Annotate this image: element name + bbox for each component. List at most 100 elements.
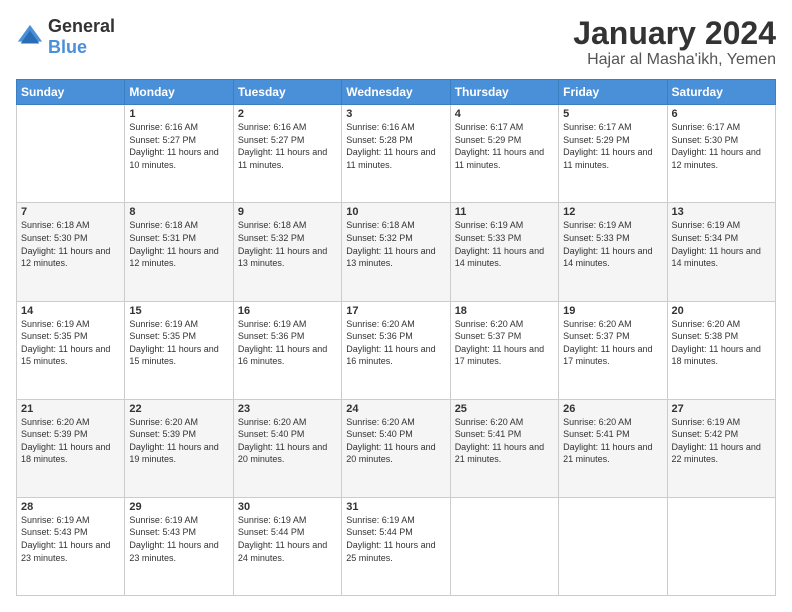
day-number: 25: [455, 403, 554, 415]
cell-info: Sunrise: 6:16 AM Sunset: 5:28 PM Dayligh…: [346, 121, 445, 171]
day-number: 27: [672, 403, 771, 415]
col-saturday: Saturday: [667, 80, 775, 105]
logo-general: General: [48, 16, 115, 36]
sunrise-text: Sunrise: 6:19 AM: [346, 515, 415, 525]
daylight-text: Daylight: 11 hours and 22 minutes.: [672, 442, 761, 465]
sunset-text: Sunset: 5:33 PM: [455, 233, 522, 243]
logo-blue: Blue: [48, 37, 87, 57]
daylight-text: Daylight: 11 hours and 16 minutes.: [238, 344, 327, 367]
sunrise-text: Sunrise: 6:20 AM: [21, 417, 90, 427]
calendar-cell: 24 Sunrise: 6:20 AM Sunset: 5:40 PM Dayl…: [342, 399, 450, 497]
sunrise-text: Sunrise: 6:19 AM: [129, 319, 198, 329]
day-number: 29: [129, 501, 228, 513]
cell-info: Sunrise: 6:19 AM Sunset: 5:42 PM Dayligh…: [672, 416, 771, 466]
col-sunday: Sunday: [17, 80, 125, 105]
cell-info: Sunrise: 6:20 AM Sunset: 5:41 PM Dayligh…: [563, 416, 662, 466]
cell-info: Sunrise: 6:19 AM Sunset: 5:35 PM Dayligh…: [129, 318, 228, 368]
day-number: 1: [129, 108, 228, 120]
daylight-text: Daylight: 11 hours and 13 minutes.: [346, 246, 435, 269]
col-thursday: Thursday: [450, 80, 558, 105]
daylight-text: Daylight: 11 hours and 17 minutes.: [563, 344, 652, 367]
day-number: 18: [455, 305, 554, 317]
calendar-header: Sunday Monday Tuesday Wednesday Thursday…: [17, 80, 776, 105]
calendar-body: 1 Sunrise: 6:16 AM Sunset: 5:27 PM Dayli…: [17, 105, 776, 596]
sunset-text: Sunset: 5:28 PM: [346, 135, 413, 145]
calendar-cell: 16 Sunrise: 6:19 AM Sunset: 5:36 PM Dayl…: [233, 301, 341, 399]
calendar-cell: 9 Sunrise: 6:18 AM Sunset: 5:32 PM Dayli…: [233, 203, 341, 301]
calendar-cell: 6 Sunrise: 6:17 AM Sunset: 5:30 PM Dayli…: [667, 105, 775, 203]
logo-icon: [16, 23, 44, 51]
sunrise-text: Sunrise: 6:20 AM: [346, 417, 415, 427]
cell-info: Sunrise: 6:19 AM Sunset: 5:34 PM Dayligh…: [672, 219, 771, 269]
sunset-text: Sunset: 5:43 PM: [129, 527, 196, 537]
cell-info: Sunrise: 6:16 AM Sunset: 5:27 PM Dayligh…: [129, 121, 228, 171]
calendar-cell: 14 Sunrise: 6:19 AM Sunset: 5:35 PM Dayl…: [17, 301, 125, 399]
calendar-cell: [667, 497, 775, 595]
sunset-text: Sunset: 5:29 PM: [563, 135, 630, 145]
calendar-cell: 4 Sunrise: 6:17 AM Sunset: 5:29 PM Dayli…: [450, 105, 558, 203]
sunset-text: Sunset: 5:40 PM: [346, 429, 413, 439]
sunrise-text: Sunrise: 6:20 AM: [455, 319, 524, 329]
calendar-cell: 27 Sunrise: 6:19 AM Sunset: 5:42 PM Dayl…: [667, 399, 775, 497]
sunset-text: Sunset: 5:39 PM: [129, 429, 196, 439]
daylight-text: Daylight: 11 hours and 11 minutes.: [238, 147, 327, 170]
calendar-cell: 30 Sunrise: 6:19 AM Sunset: 5:44 PM Dayl…: [233, 497, 341, 595]
calendar-cell: 25 Sunrise: 6:20 AM Sunset: 5:41 PM Dayl…: [450, 399, 558, 497]
sunset-text: Sunset: 5:29 PM: [455, 135, 522, 145]
day-number: 16: [238, 305, 337, 317]
daylight-text: Daylight: 11 hours and 11 minutes.: [346, 147, 435, 170]
calendar-cell: 31 Sunrise: 6:19 AM Sunset: 5:44 PM Dayl…: [342, 497, 450, 595]
sunset-text: Sunset: 5:39 PM: [21, 429, 88, 439]
daylight-text: Daylight: 11 hours and 14 minutes.: [563, 246, 652, 269]
sunset-text: Sunset: 5:43 PM: [21, 527, 88, 537]
daylight-text: Daylight: 11 hours and 23 minutes.: [21, 540, 110, 563]
cell-info: Sunrise: 6:17 AM Sunset: 5:30 PM Dayligh…: [672, 121, 771, 171]
sunrise-text: Sunrise: 6:20 AM: [346, 319, 415, 329]
calendar-cell: [450, 497, 558, 595]
sunset-text: Sunset: 5:36 PM: [346, 331, 413, 341]
daylight-text: Daylight: 11 hours and 20 minutes.: [238, 442, 327, 465]
sunset-text: Sunset: 5:27 PM: [238, 135, 305, 145]
calendar-cell: 7 Sunrise: 6:18 AM Sunset: 5:30 PM Dayli…: [17, 203, 125, 301]
cell-info: Sunrise: 6:20 AM Sunset: 5:39 PM Dayligh…: [129, 416, 228, 466]
calendar-cell: 29 Sunrise: 6:19 AM Sunset: 5:43 PM Dayl…: [125, 497, 233, 595]
sunrise-text: Sunrise: 6:19 AM: [21, 515, 90, 525]
calendar-cell: 21 Sunrise: 6:20 AM Sunset: 5:39 PM Dayl…: [17, 399, 125, 497]
sunset-text: Sunset: 5:32 PM: [346, 233, 413, 243]
sunset-text: Sunset: 5:37 PM: [563, 331, 630, 341]
day-number: 20: [672, 305, 771, 317]
day-number: 19: [563, 305, 662, 317]
cell-info: Sunrise: 6:20 AM Sunset: 5:38 PM Dayligh…: [672, 318, 771, 368]
daylight-text: Daylight: 11 hours and 15 minutes.: [21, 344, 110, 367]
calendar-week-5: 28 Sunrise: 6:19 AM Sunset: 5:43 PM Dayl…: [17, 497, 776, 595]
cell-info: Sunrise: 6:17 AM Sunset: 5:29 PM Dayligh…: [455, 121, 554, 171]
calendar-week-4: 21 Sunrise: 6:20 AM Sunset: 5:39 PM Dayl…: [17, 399, 776, 497]
day-number: 17: [346, 305, 445, 317]
sunset-text: Sunset: 5:40 PM: [238, 429, 305, 439]
cell-info: Sunrise: 6:19 AM Sunset: 5:44 PM Dayligh…: [238, 514, 337, 564]
calendar-cell: 26 Sunrise: 6:20 AM Sunset: 5:41 PM Dayl…: [559, 399, 667, 497]
day-number: 7: [21, 206, 120, 218]
sunset-text: Sunset: 5:34 PM: [672, 233, 739, 243]
calendar-cell: [17, 105, 125, 203]
month-year: January 2024: [573, 16, 776, 51]
sunrise-text: Sunrise: 6:20 AM: [672, 319, 741, 329]
col-wednesday: Wednesday: [342, 80, 450, 105]
sunset-text: Sunset: 5:32 PM: [238, 233, 305, 243]
cell-info: Sunrise: 6:19 AM Sunset: 5:33 PM Dayligh…: [455, 219, 554, 269]
day-number: 30: [238, 501, 337, 513]
col-tuesday: Tuesday: [233, 80, 341, 105]
sunrise-text: Sunrise: 6:19 AM: [238, 515, 307, 525]
calendar-cell: 12 Sunrise: 6:19 AM Sunset: 5:33 PM Dayl…: [559, 203, 667, 301]
cell-info: Sunrise: 6:20 AM Sunset: 5:37 PM Dayligh…: [455, 318, 554, 368]
cell-info: Sunrise: 6:20 AM Sunset: 5:39 PM Dayligh…: [21, 416, 120, 466]
calendar-cell: 8 Sunrise: 6:18 AM Sunset: 5:31 PM Dayli…: [125, 203, 233, 301]
cell-info: Sunrise: 6:19 AM Sunset: 5:43 PM Dayligh…: [21, 514, 120, 564]
sunrise-text: Sunrise: 6:19 AM: [21, 319, 90, 329]
sunrise-text: Sunrise: 6:20 AM: [238, 417, 307, 427]
col-monday: Monday: [125, 80, 233, 105]
cell-info: Sunrise: 6:18 AM Sunset: 5:32 PM Dayligh…: [346, 219, 445, 269]
sunrise-text: Sunrise: 6:18 AM: [129, 220, 198, 230]
cell-info: Sunrise: 6:19 AM Sunset: 5:33 PM Dayligh…: [563, 219, 662, 269]
sunrise-text: Sunrise: 6:19 AM: [672, 220, 741, 230]
